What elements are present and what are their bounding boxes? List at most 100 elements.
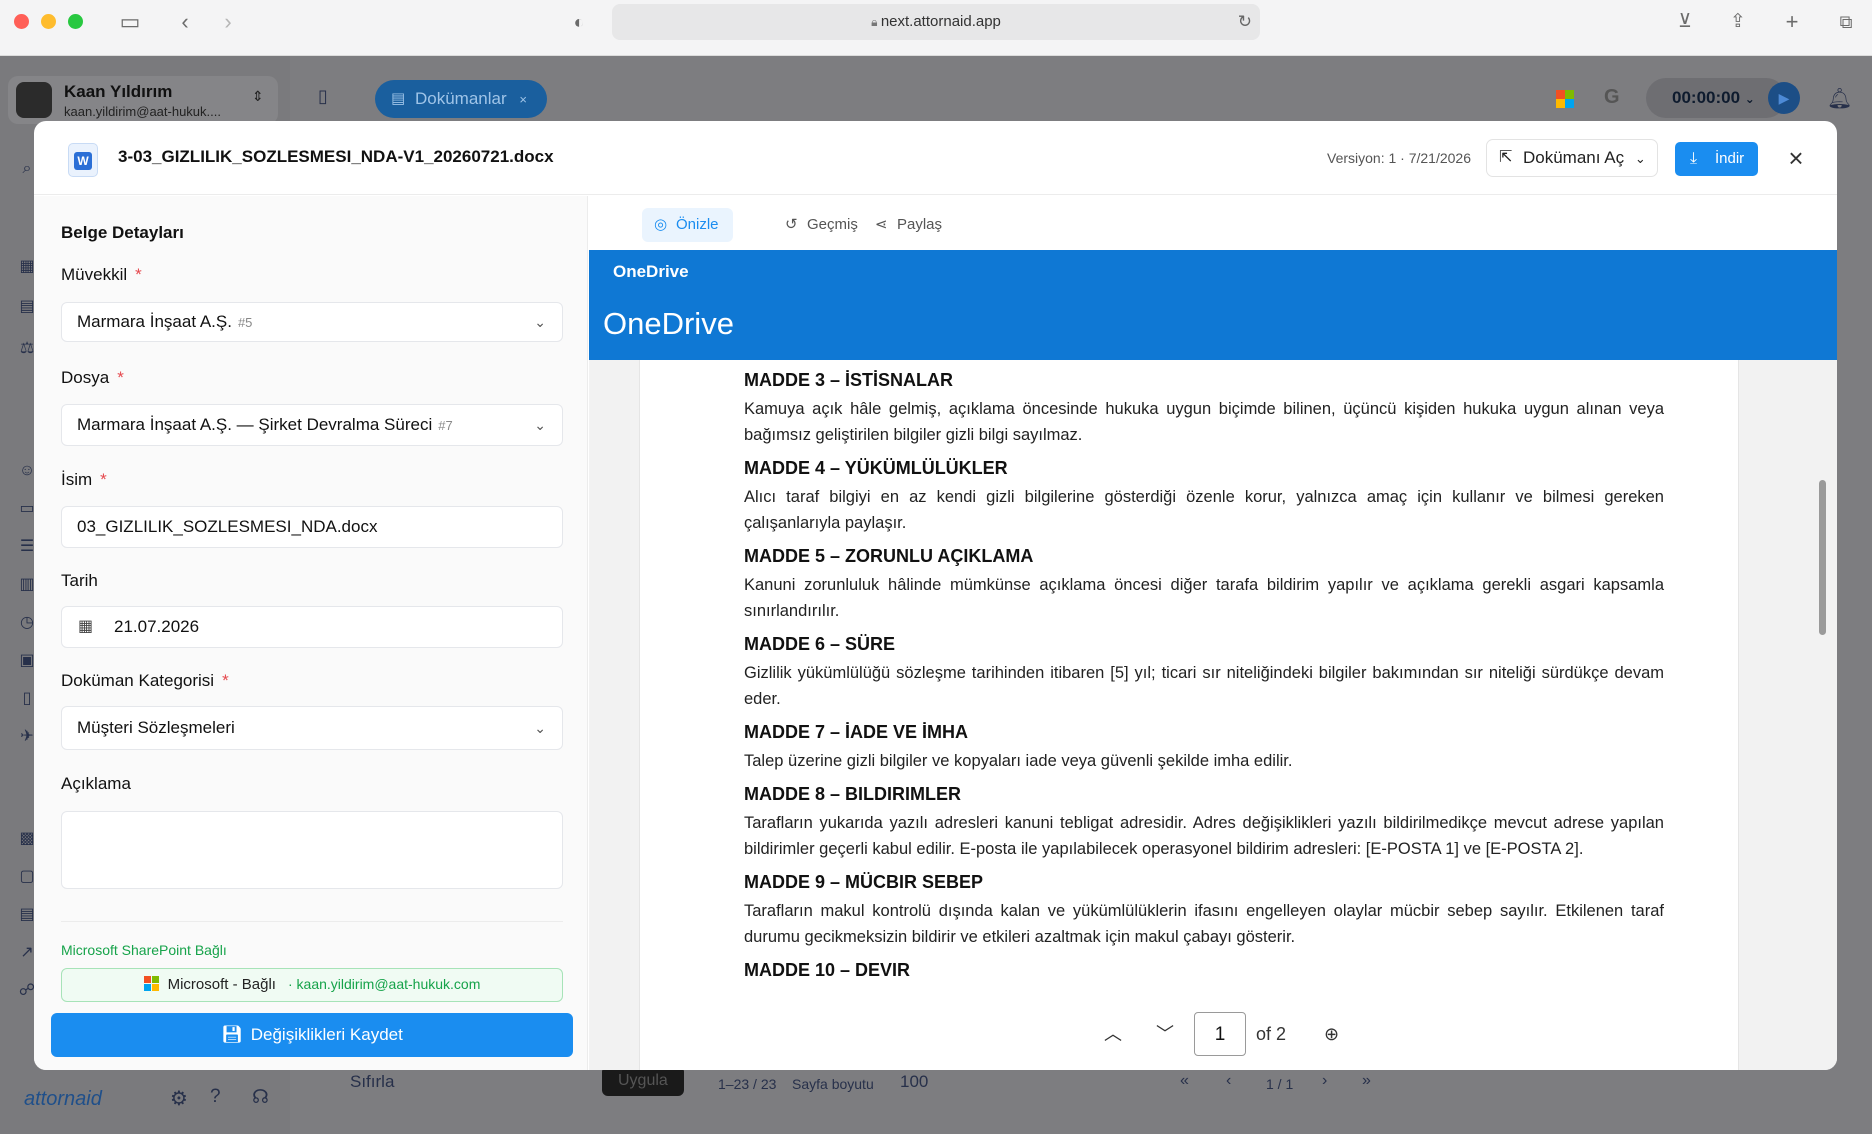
close-window-button[interactable] [14, 14, 29, 29]
viewer-scrollbar[interactable] [1819, 480, 1826, 635]
section-heading: MADDE 7 – İADE VE İMHA [744, 722, 969, 742]
section-heading: MADDE 10 – DEVIR [744, 960, 911, 980]
chevron-updown-icon: ⇕ [252, 88, 264, 104]
tab-label: Dokümanlar [415, 89, 507, 108]
support-icon[interactable]: ☊ [252, 1086, 269, 1109]
section-heading: MADDE 3 – İSTİSNALAR [744, 370, 954, 390]
save-changes-button[interactable]: 💾︎ Değişiklikleri Kaydet [51, 1013, 573, 1057]
microsoft-icon [143, 976, 160, 992]
address-bar[interactable]: 🔒︎ next.attornaid.app ↻ [612, 4, 1260, 40]
panel-toggle-icon[interactable]: ▯ [318, 86, 328, 107]
document-content: MADDE 3 – İSTİSNALAR Kamuya açık hâle gel… [744, 360, 1664, 986]
maximize-window-button[interactable] [68, 14, 83, 29]
page-number-input[interactable]: 1 [1194, 1012, 1246, 1056]
version-info: Versiyon: 1 · 7/21/2026 [1327, 150, 1471, 166]
prev-page-icon[interactable]: ︿ [1104, 1010, 1122, 1058]
share-icon[interactable]: ⇪ [1724, 8, 1752, 36]
page-size-label: Sayfa boyutu [792, 1076, 874, 1092]
file-tag: #7 [438, 418, 453, 433]
tab-share[interactable]: ⋖ Paylaş [863, 208, 956, 242]
history-icon: ↺ [785, 216, 798, 233]
download-icon: ⤓ [1690, 150, 1698, 167]
tab-overview-icon[interactable]: ⧉ [1832, 8, 1860, 36]
downloads-icon[interactable]: ⊻ [1671, 8, 1699, 36]
description-textarea[interactable] [61, 811, 563, 889]
viewer-tabs: ◎ Önizle ↺ Geçmiş ⋖ Paylaş [589, 196, 1837, 250]
download-button[interactable]: ⤓ İndir [1675, 142, 1758, 176]
date-input[interactable]: ▦ 21.07.2026 [61, 606, 563, 648]
tab-documents[interactable]: ▤ Dokümanlar × [375, 80, 547, 118]
zoom-in-icon[interactable]: ⊕ [1324, 1010, 1339, 1058]
section-heading: MADDE 9 – MÜCBIR SEBEP [744, 872, 984, 892]
section-text: Kanuni zorunluluk hâlinde mümkünse açıkl… [744, 576, 1664, 620]
name-value: 03_GIZLILIK_SOZLESMESI_NDA.docx [77, 517, 378, 536]
prev-page-icon[interactable]: ‹ [1226, 1072, 1231, 1090]
next-page-icon[interactable]: ﹀ [1156, 1010, 1174, 1058]
sharepoint-status: Microsoft SharePoint Bağlı [61, 942, 227, 958]
section-heading: MADDE 6 – SÜRE [744, 634, 896, 654]
time-tracker[interactable]: 00:00:00 ⌄ [1646, 78, 1786, 118]
file-select[interactable]: Marmara İnşaat A.Ş. — Şirket Devralma Sü… [61, 404, 563, 446]
onedrive-header: OneDrive OneDrive [589, 250, 1837, 360]
file-name: 3-03_GIZLILIK_SOZLESMESI_NDA-V1_20260721… [118, 147, 554, 166]
tab-preview[interactable]: ◎ Önizle [642, 208, 733, 242]
reset-label[interactable]: Sıfırla [350, 1072, 394, 1092]
microsoft-icon[interactable] [1556, 90, 1574, 108]
shield-icon[interactable]: ◐ [565, 8, 593, 36]
client-select[interactable]: Marmara İnşaat A.Ş. #5 ⌄ [61, 302, 563, 342]
close-modal-icon[interactable]: × [1781, 143, 1811, 173]
user-email: kaan.yildirim@aat-hukuk.... [64, 104, 221, 119]
reload-icon[interactable]: ↻ [1238, 4, 1252, 40]
brand-logo: attornaid [24, 1088, 102, 1110]
last-page-icon[interactable]: » [1362, 1072, 1371, 1090]
share-icon: ⋖ [875, 216, 888, 233]
new-tab-icon[interactable]: + [1778, 8, 1806, 36]
play-icon[interactable]: ▶ [1768, 82, 1800, 114]
apply-button[interactable]: Uygula [602, 1066, 684, 1096]
document-viewer: OneDrive OneDrive MADDE 3 – İSTİSNALAR Ka… [589, 250, 1837, 1070]
settings-icon[interactable]: ⚙ [170, 1086, 188, 1111]
category-label: Doküman Kategorisi * [61, 671, 229, 690]
first-page-icon[interactable]: « [1180, 1072, 1189, 1090]
page-total: of 2 [1256, 1024, 1287, 1044]
url-text: next.attornaid.app [880, 13, 1001, 30]
chevron-down-icon: ⌄ [1634, 151, 1646, 166]
sidebar-toggle-icon[interactable]: ▭ [116, 8, 144, 36]
google-icon[interactable]: G [1604, 86, 1620, 109]
name-label: İsim * [61, 470, 107, 489]
page-navigator: ︿ ﹀ 1 of 2 ⊕ [1084, 1010, 1364, 1058]
external-link-icon: ⇱ [1499, 149, 1513, 166]
back-icon[interactable]: ‹ [171, 8, 199, 36]
microsoft-connection: Microsoft - Bağlı · kaan.yildirim@aat-huk… [61, 968, 563, 1002]
help-icon[interactable]: ? [210, 1086, 221, 1108]
open-document-button[interactable]: ⇱ Dokümanı Aç ⌄ [1486, 139, 1658, 177]
ms-connected-label: Microsoft - Bağlı [167, 976, 276, 993]
section-text: Tarafların yukarıda yazılı adresleri kan… [744, 814, 1664, 858]
section-heading: MADDE 8 – BILDIRIMLER [744, 784, 962, 804]
name-input[interactable]: 03_GIZLILIK_SOZLESMESI_NDA.docx [61, 506, 563, 548]
tab-history[interactable]: ↺ Geçmiş [773, 208, 872, 242]
chevron-down-icon: ⌄ [534, 720, 546, 736]
client-value: Marmara İnşaat A.Ş. [77, 312, 232, 331]
section-text: Gizlilik yükümlülüğü sözleşme tarihinden… [744, 664, 1664, 708]
next-page-icon[interactable]: › [1322, 1072, 1327, 1090]
page-size-select[interactable]: 100 [900, 1072, 970, 1092]
onedrive-brand-large: OneDrive [603, 306, 734, 341]
ms-email: · kaan.yildirim@aat-hukuk.com [287, 976, 481, 992]
document-details-panel: Belge Detayları Müvekkil * Marmara İnşaat… [34, 196, 588, 1070]
section-text: Kamuya açık hâle gelmiş, açıklama öncesi… [744, 400, 1664, 444]
page-indicator: 1 / 1 [1266, 1076, 1294, 1092]
section-text: Tarafların makul kontrolü dışında kalan … [744, 902, 1664, 946]
details-title: Belge Detayları [61, 223, 184, 242]
forward-icon[interactable]: › [214, 8, 242, 36]
file-value: Marmara İnşaat A.Ş. — Şirket Devralma Sü… [77, 415, 433, 434]
category-select[interactable]: Müşteri Sözleşmeleri ⌄ [61, 706, 563, 750]
file-label: Dosya * [61, 368, 124, 387]
open-document-label: Dokümanı Aç [1523, 148, 1625, 167]
minimize-window-button[interactable] [41, 14, 56, 29]
section-heading: MADDE 4 – YÜKÜMLÜLÜKLER [744, 458, 1008, 478]
user-switcher[interactable]: Kaan Yıldırım kaan.yildirim@aat-hukuk...… [8, 76, 278, 124]
row-range: 1–23 / 23 [718, 1076, 777, 1092]
close-tab-icon[interactable]: × [519, 92, 527, 107]
notification-bell-icon[interactable]: 🔔︎ [1827, 86, 1852, 111]
